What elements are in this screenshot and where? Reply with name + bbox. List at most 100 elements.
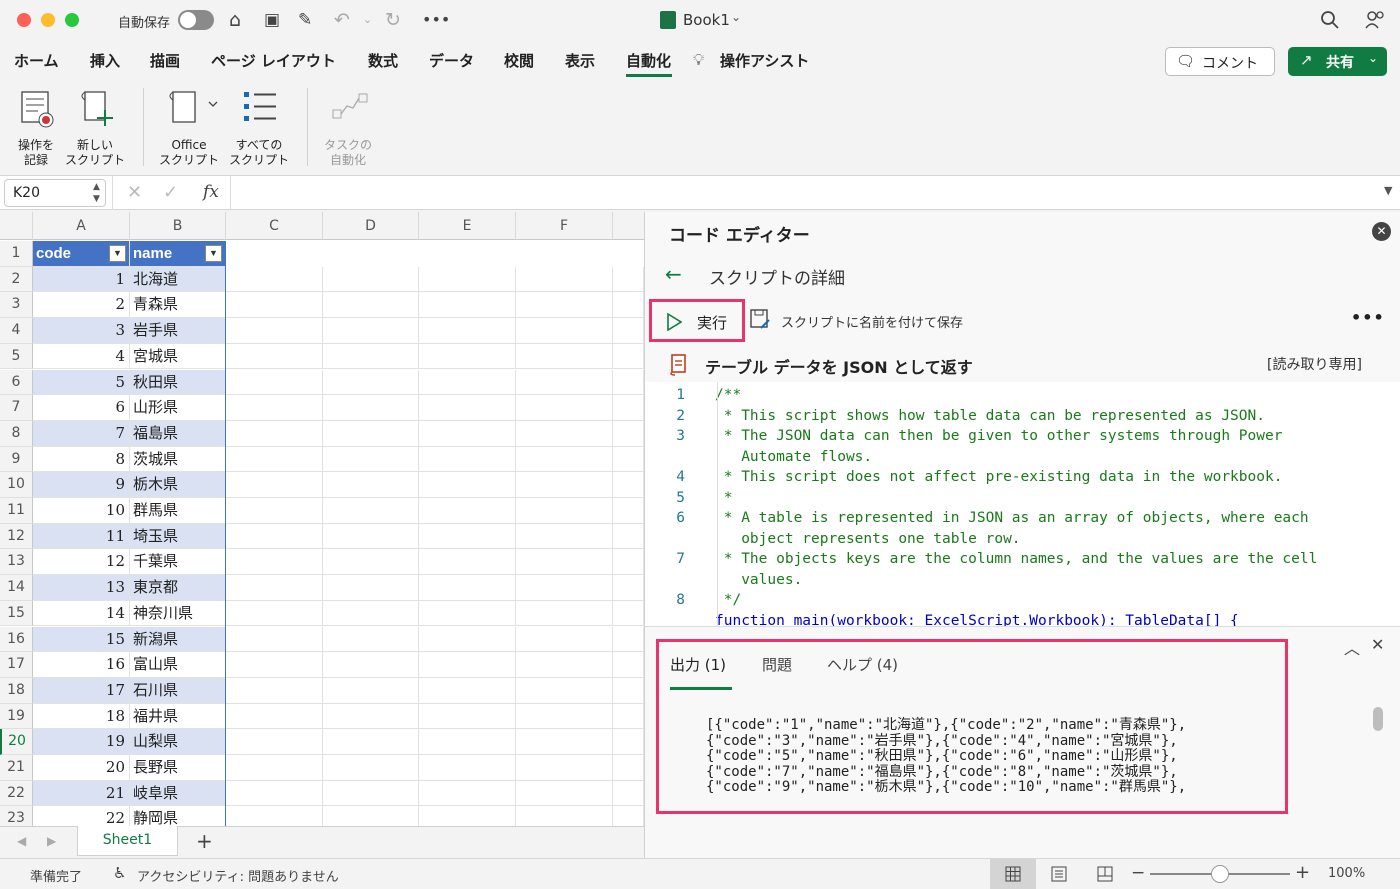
cell-code[interactable]: 8	[33, 446, 130, 473]
empty-cell[interactable]	[323, 549, 419, 576]
empty-cell[interactable]	[613, 549, 644, 576]
output-scrollbar[interactable]	[1373, 707, 1383, 731]
cell-name[interactable]: 東京都	[130, 575, 226, 601]
cell-name[interactable]: 千葉県	[130, 549, 226, 576]
cell-code[interactable]: 15	[33, 626, 130, 653]
empty-cell[interactable]	[419, 677, 516, 704]
empty-cell[interactable]	[613, 677, 644, 704]
empty-cell[interactable]	[419, 575, 516, 601]
cancel-icon[interactable]: ✕	[127, 182, 142, 203]
empty-cell[interactable]	[516, 266, 613, 293]
cell-name[interactable]: 長野県	[130, 755, 226, 781]
sheet-tab-sheet1[interactable]: Sheet1	[77, 826, 178, 856]
people-icon[interactable]	[1364, 9, 1386, 31]
cell-code[interactable]: 3	[33, 318, 130, 344]
empty-cell[interactable]	[516, 318, 613, 344]
empty-cell[interactable]	[323, 729, 419, 755]
name-box[interactable]: K20 ▲ ▼	[4, 179, 106, 207]
title-chevron-down-icon[interactable]: ⌄	[731, 10, 741, 24]
cell-code[interactable]: 5	[33, 369, 130, 396]
empty-cell[interactable]	[613, 318, 644, 344]
empty-cell[interactable]	[613, 472, 644, 498]
empty-cell[interactable]	[613, 806, 644, 826]
cell-name[interactable]: 岩手県	[130, 318, 226, 344]
empty-cell[interactable]	[323, 395, 419, 421]
next-sheet-icon[interactable]: ▶	[47, 834, 56, 848]
empty-cell[interactable]	[613, 369, 644, 396]
editor-more-icon[interactable]: •••	[1351, 308, 1385, 327]
cell-code[interactable]: 10	[33, 498, 130, 524]
empty-cell[interactable]	[613, 498, 644, 524]
empty-cell[interactable]	[226, 626, 323, 653]
empty-cell[interactable]	[226, 600, 323, 627]
row-header[interactable]: 8	[0, 420, 33, 447]
cell-name[interactable]: 秋田県	[130, 369, 226, 396]
row-header[interactable]: 20	[0, 729, 33, 755]
comment-button[interactable]: 🗨︎ コメント	[1165, 47, 1275, 76]
empty-cell[interactable]	[613, 600, 644, 627]
empty-cell[interactable]	[226, 446, 323, 473]
worksheet-grid[interactable]: A B C D E F 1 code ▼ name ▼ 2 1 北海道 3 2 青森県 4 3…	[0, 212, 644, 826]
save-as-icon[interactable]: ✎	[298, 8, 312, 32]
empty-cell[interactable]	[226, 420, 323, 447]
zoom-level[interactable]: 100%	[1328, 866, 1365, 881]
cell-code[interactable]: 19	[33, 729, 130, 755]
tab-page-layout[interactable]: ページ レイアウト	[211, 50, 336, 71]
add-sheet-icon[interactable]: +	[196, 829, 213, 853]
empty-cell[interactable]	[613, 780, 644, 807]
empty-cell[interactable]	[419, 318, 516, 344]
row-header[interactable]: 10	[0, 472, 33, 498]
empty-cell[interactable]	[323, 575, 419, 601]
column-header-b[interactable]: B	[130, 212, 226, 240]
empty-cell[interactable]	[516, 780, 613, 807]
row-header[interactable]: 22	[0, 780, 33, 807]
undo-icon[interactable]: ↶	[334, 8, 350, 32]
redo-icon[interactable]: ↻	[385, 8, 401, 32]
empty-cell[interactable]	[323, 626, 419, 653]
tab-review[interactable]: 校閲	[504, 50, 534, 71]
empty-cell[interactable]	[323, 498, 419, 524]
empty-cell[interactable]	[323, 780, 419, 807]
empty-cell[interactable]	[419, 600, 516, 627]
code-area[interactable]: 1 /** 2 * This script shows how table data…	[645, 382, 1400, 626]
empty-cell[interactable]	[226, 652, 323, 678]
cell-code[interactable]: 22	[33, 806, 130, 826]
empty-cell[interactable]	[516, 292, 613, 319]
cell-name[interactable]: 岐阜県	[130, 780, 226, 807]
share-chevron-icon[interactable]: ⌄	[1368, 51, 1378, 65]
empty-cell[interactable]	[323, 652, 419, 678]
empty-cell[interactable]	[323, 369, 419, 396]
row-header[interactable]: 18	[0, 677, 33, 704]
search-icon[interactable]	[1320, 10, 1340, 30]
tab-home[interactable]: ホーム	[14, 50, 59, 71]
empty-cell[interactable]	[419, 472, 516, 498]
row-header[interactable]: 6	[0, 369, 33, 396]
close-window-button[interactable]	[17, 13, 31, 27]
row-header[interactable]: 12	[0, 523, 33, 550]
empty-cell[interactable]	[613, 626, 644, 653]
empty-cell[interactable]	[613, 523, 644, 550]
empty-cell[interactable]	[516, 369, 613, 396]
cell-name[interactable]: 栃木県	[130, 472, 226, 498]
empty-cell[interactable]	[419, 292, 516, 319]
empty-cell[interactable]	[613, 266, 644, 293]
empty-cell[interactable]	[516, 523, 613, 550]
enter-icon[interactable]: ✓	[163, 182, 178, 203]
document-title[interactable]: Book1	[683, 11, 730, 29]
column-header-e[interactable]: E	[419, 212, 516, 240]
column-header-d[interactable]: D	[323, 212, 419, 240]
zoom-in-icon[interactable]: +	[1295, 862, 1310, 883]
cell-code[interactable]: 11	[33, 523, 130, 550]
cell-code[interactable]: 13	[33, 575, 130, 601]
cell-code[interactable]: 17	[33, 677, 130, 704]
empty-cell[interactable]	[419, 343, 516, 370]
cell-name[interactable]: 北海道	[130, 266, 226, 293]
tab-tell-me[interactable]: 操作アシスト	[720, 50, 809, 71]
more-icon[interactable]: •••	[422, 8, 450, 32]
share-button[interactable]: ↗ 共有 ⌄	[1288, 47, 1387, 76]
cell-code[interactable]: 21	[33, 780, 130, 807]
empty-cell[interactable]	[419, 549, 516, 576]
row-header[interactable]: 21	[0, 755, 33, 781]
cell-code[interactable]: 14	[33, 600, 130, 627]
empty-cell[interactable]	[226, 343, 323, 370]
